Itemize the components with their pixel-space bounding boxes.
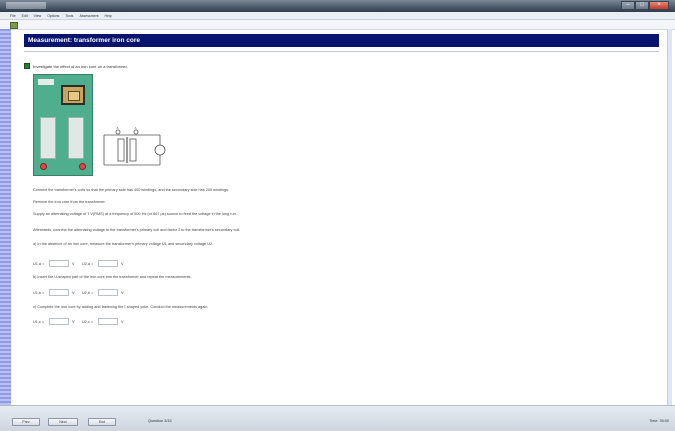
field-label-u2c: U2,c = <box>82 319 94 324</box>
instruction-line: c) Complete the iron core by adding and … <box>33 305 209 309</box>
maximize-button[interactable]: □ <box>635 1 649 10</box>
jack-icon <box>40 163 47 170</box>
navigation-bar: Prev Next End Question 3/15 Time: 35:00 <box>0 405 675 431</box>
field-label-u2a: U2,a = <box>82 261 94 266</box>
toolbar <box>0 20 675 30</box>
measurement-row-b: U1,b = V U2,b = V <box>33 289 131 296</box>
unit-label: V <box>72 261 75 266</box>
timer: Time: 35:00 <box>649 419 669 423</box>
measurement-row-a: U1,a = V U2,a = V <box>33 260 131 267</box>
iron-core-image <box>61 85 85 105</box>
menu-edit[interactable]: Edit <box>22 14 28 18</box>
ammeter-symbol <box>133 129 139 135</box>
instruction-line: Connect the transformer's coils so that … <box>33 188 229 192</box>
unit-label: V <box>121 290 124 295</box>
unit-label: V <box>121 261 124 266</box>
u2b-input[interactable] <box>98 289 118 296</box>
photo-label-plate <box>38 79 54 85</box>
menu-tools[interactable]: Tools <box>65 14 73 18</box>
field-label-u1b: U1,b = <box>33 290 45 295</box>
field-label-u1a: U1,a = <box>33 261 45 266</box>
u2c-input[interactable] <box>98 318 118 325</box>
minimize-button[interactable]: – <box>621 1 635 10</box>
u2a-input[interactable] <box>98 260 118 267</box>
field-label-u1c: U1,c = <box>33 319 45 324</box>
instruction-line: Afterwards, connect the alternating volt… <box>33 228 241 232</box>
field-label-u2b: U2,b = <box>82 290 94 295</box>
menu-assessment[interactable]: Assessment <box>79 14 98 18</box>
transformer-photo <box>33 74 93 176</box>
primary-coil-image <box>40 117 56 159</box>
primary-winding-symbol <box>117 138 125 162</box>
instruction-line: b) Insert the U-shaped part of the iron … <box>33 275 192 279</box>
toolbar-app-icon[interactable] <box>10 22 18 29</box>
transformer-schematic: A A <box>103 126 166 166</box>
unit-label: V <box>72 319 75 324</box>
u1c-input[interactable] <box>49 318 69 325</box>
prev-button[interactable]: Prev <box>12 418 40 426</box>
app-title-icon <box>6 2 46 9</box>
schematic-label-a-left: A <box>117 126 119 130</box>
menu-file[interactable]: File <box>10 14 16 18</box>
left-decorative-strip <box>0 29 11 405</box>
ammeter-symbol <box>115 129 121 135</box>
menu-view[interactable]: View <box>34 14 42 18</box>
close-button[interactable]: × <box>649 1 669 10</box>
secondary-coil-image <box>68 117 84 159</box>
window-title-bar: – □ × <box>0 0 675 12</box>
header-divider <box>24 51 659 52</box>
window-controls: – □ × <box>621 1 669 10</box>
finish-button[interactable]: End <box>88 418 116 426</box>
instruction-line: a) In the absence of an iron core, measu… <box>33 242 214 246</box>
instruction-line: Supply an alternating voltage of 7 V(RMS… <box>33 212 237 216</box>
menu-bar: File Edit View Options Tools Assessment … <box>0 12 675 20</box>
menu-help[interactable]: Help <box>105 14 112 18</box>
secondary-winding-symbol <box>129 138 137 162</box>
instruction-line: Remove the iron core from the transforme… <box>33 200 106 204</box>
unit-label: V <box>72 290 75 295</box>
u1b-input[interactable] <box>49 289 69 296</box>
voltmeter-symbol <box>154 144 166 156</box>
task-icon <box>24 63 30 69</box>
iron-core-window <box>68 91 80 101</box>
unit-label: V <box>121 319 124 324</box>
next-button[interactable]: Next <box>48 418 78 426</box>
u1a-input[interactable] <box>49 260 69 267</box>
jack-icon <box>79 163 86 170</box>
measurement-row-c: U1,c = V U2,c = V <box>33 318 131 325</box>
intro-text: Investigate the effect of an iron core o… <box>33 63 128 69</box>
vertical-scrollbar[interactable] <box>667 29 672 405</box>
question-counter: Question 3/15 <box>148 419 172 423</box>
page-title: Measurement: transformer iron core <box>24 34 659 47</box>
schematic-label-a-right: A <box>135 126 137 130</box>
intro-line: Investigate the effect of an iron core o… <box>24 63 128 69</box>
menu-options[interactable]: Options <box>47 14 59 18</box>
